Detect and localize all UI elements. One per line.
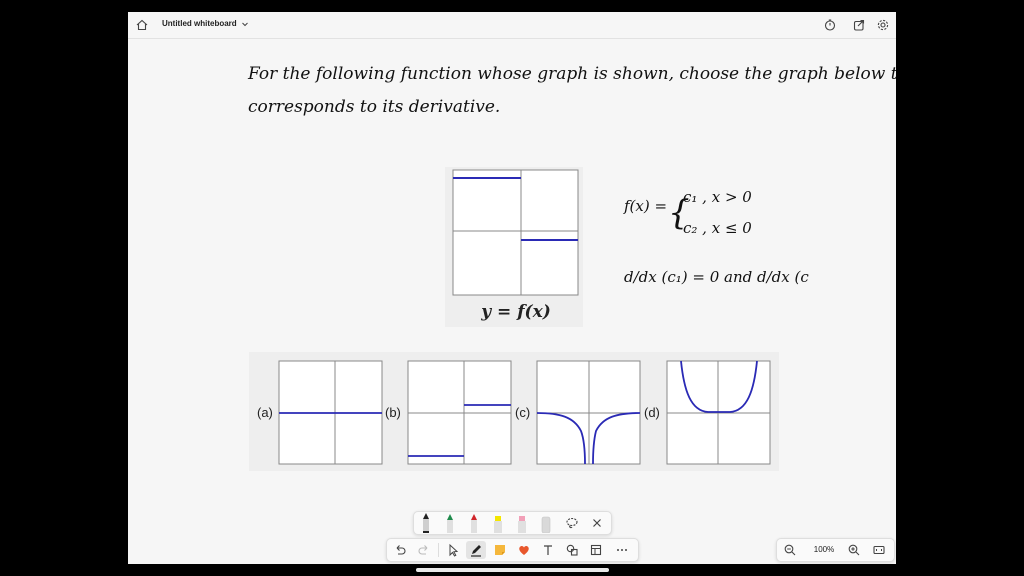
option-d-label: (d) [644, 405, 660, 420]
pen-tray [413, 511, 612, 535]
eraser[interactable] [538, 513, 554, 533]
chevron-down-icon [241, 22, 248, 26]
whiteboard-title-text: Untitled whiteboard [162, 19, 237, 28]
whiteboard-app: Untitled whiteboard For the following fu… [128, 12, 896, 564]
function-graph-frame [452, 169, 579, 296]
option-b-label: (b) [385, 405, 401, 420]
zoom-out-icon[interactable] [783, 543, 797, 557]
pen-icon[interactable] [469, 543, 483, 557]
sticky-note-icon[interactable] [493, 543, 507, 557]
zoom-in-icon[interactable] [847, 543, 861, 557]
function-graph: y = f(x) [445, 167, 583, 327]
timer-icon[interactable] [823, 18, 837, 32]
yellow-highlighter[interactable] [490, 513, 506, 533]
home-icon[interactable] [135, 18, 149, 32]
more-icon[interactable] [615, 543, 629, 557]
graph-caption: y = f(x) [480, 302, 551, 322]
undo-icon[interactable] [393, 543, 407, 557]
main-toolbar [386, 538, 639, 562]
question-line-2: corresponds to its derivative. [248, 97, 500, 117]
heart-reaction-icon[interactable] [517, 543, 531, 557]
home-indicator[interactable] [416, 568, 609, 572]
title-bar: Untitled whiteboard [128, 12, 896, 39]
whiteboard-title[interactable]: Untitled whiteboard [162, 19, 249, 28]
red-pen[interactable] [466, 513, 482, 533]
shapes-icon[interactable] [565, 543, 579, 557]
pink-highlighter[interactable] [514, 513, 530, 533]
share-icon[interactable] [852, 18, 866, 32]
option-a-label: (a) [257, 405, 273, 420]
note-case-2: c₂ , x ≤ 0 [683, 219, 752, 237]
toolbar-divider [438, 543, 439, 557]
note-case-1: c₁ , x > 0 [683, 188, 752, 206]
settings-gear-icon[interactable] [876, 18, 890, 32]
option-c-label: (c) [515, 405, 530, 420]
green-pen[interactable] [442, 513, 458, 533]
text-icon[interactable] [541, 543, 555, 557]
handwritten-notes: f(x) = { c₁ , x > 0 c₂ , x ≤ 0 d/dx (c₁)… [623, 188, 809, 286]
black-pen[interactable] [418, 513, 434, 533]
question-line-1: For the following function whose graph i… [247, 64, 896, 84]
zoom-controls: 100% [776, 538, 895, 562]
note-derivative: d/dx (c₁) = 0 and d/dx (c [624, 268, 809, 286]
zoom-level[interactable]: 100% [811, 545, 837, 554]
close-icon[interactable] [590, 516, 604, 530]
lasso-icon[interactable] [565, 516, 579, 530]
redo-icon[interactable] [417, 543, 431, 557]
note-fx: f(x) = [623, 197, 667, 215]
select-icon[interactable] [446, 543, 460, 557]
whiteboard-canvas[interactable]: For the following function whose graph i… [128, 39, 896, 564]
templates-icon[interactable] [589, 543, 603, 557]
fit-to-screen-icon[interactable] [872, 543, 886, 557]
